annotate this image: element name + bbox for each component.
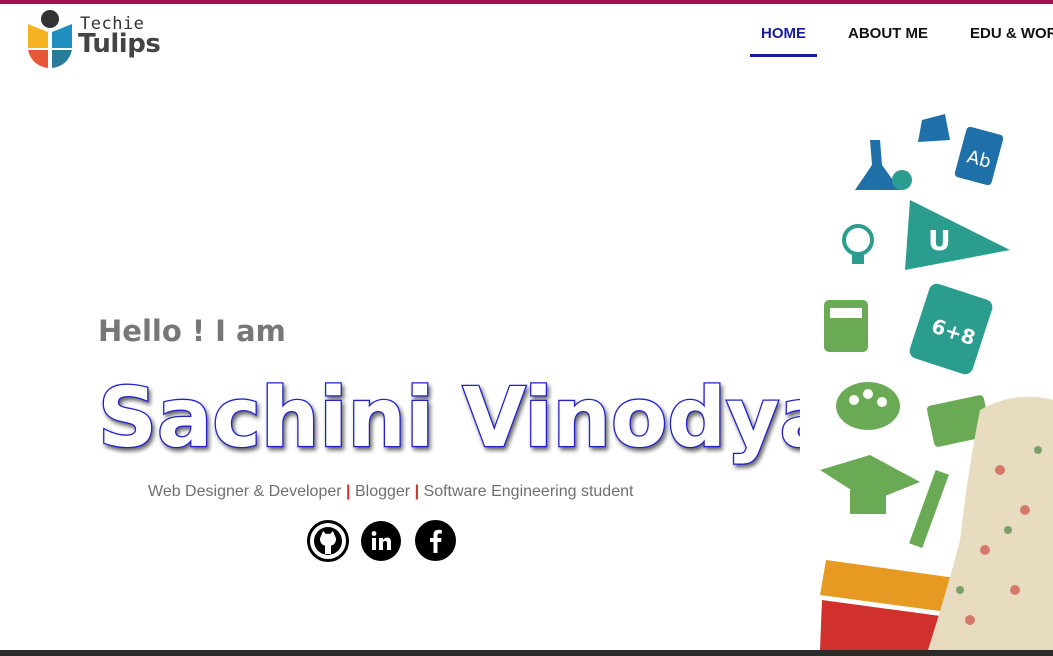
hero-name-text: Sachini Vinodya <box>98 371 800 466</box>
top-accent-bar <box>0 0 1053 4</box>
role-separator: | <box>414 483 420 500</box>
role-blogger: Blogger <box>354 483 411 500</box>
pennant-u-glyph: U <box>928 224 951 257</box>
linkedin-link[interactable] <box>361 521 401 561</box>
nav-home[interactable]: HOME <box>750 22 817 57</box>
github-link[interactable] <box>307 520 349 562</box>
role-separator: | <box>346 483 351 500</box>
tulip-logo-icon <box>28 10 72 68</box>
logo-text-big: Tulips <box>78 29 161 59</box>
role-software-engineering: Software Engineering student <box>423 483 634 500</box>
education-illustration: Ab U 6+8 <box>820 114 1053 650</box>
nav-edu-work[interactable]: EDU & WORK <box>970 22 1053 54</box>
hero-name: Sachini Vinodya <box>97 370 800 468</box>
github-icon <box>314 527 342 555</box>
hero-greeting: Hello ! I am <box>98 314 286 348</box>
nav-about-me[interactable]: ABOUT ME <box>848 22 928 54</box>
facebook-link[interactable] <box>415 520 456 561</box>
bottom-bar <box>0 650 1053 656</box>
hero-tagline: Web Designer & Developer | Blogger | Sof… <box>148 483 633 501</box>
linkedin-icon <box>371 531 391 550</box>
site-logo[interactable]: Techie Tulips <box>26 8 166 70</box>
role-web-designer: Web Designer & Developer <box>148 483 342 500</box>
facebook-icon <box>430 529 442 553</box>
